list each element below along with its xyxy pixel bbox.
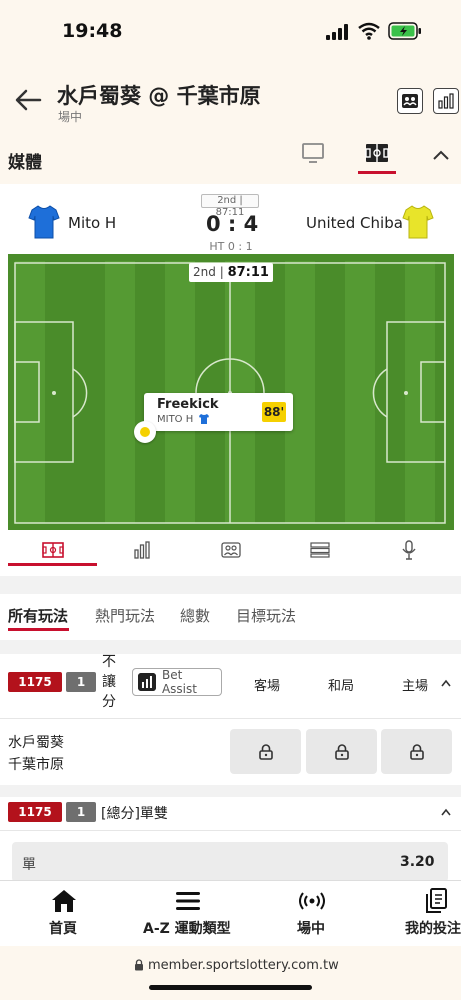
section-divider (0, 576, 461, 594)
nav-sports-az[interactable]: A-Z 運動類型 (143, 918, 231, 938)
pitch-tracker-icon[interactable] (365, 143, 389, 163)
tab-pitch[interactable] (7, 538, 99, 562)
nav-home[interactable]: 首頁 (49, 918, 77, 938)
market-code: 1175 (8, 802, 62, 822)
players-icon (221, 542, 241, 558)
team-1-name: 水戶蜀葵 (8, 735, 64, 751)
back-arrow-icon[interactable] (14, 88, 42, 112)
tab-totals[interactable]: 總數 (180, 605, 210, 626)
chevron-up-icon[interactable] (440, 808, 452, 816)
column-draw: 和局 (328, 679, 355, 694)
nav-my-bets[interactable]: 我的投注 (405, 918, 461, 938)
home-indicator (149, 985, 312, 990)
signal-icon (326, 24, 348, 40)
page-subtitle: 場中 (58, 110, 83, 124)
pitch-tab-indicator (8, 563, 97, 566)
bar-chart-icon (134, 541, 150, 559)
pitch-icon (42, 542, 64, 558)
media-tab-indicator (358, 171, 396, 174)
stats-button[interactable] (433, 88, 459, 114)
nav-live[interactable]: 場中 (297, 918, 325, 938)
browser-url-bar (0, 946, 461, 1000)
microphone-icon (402, 540, 416, 560)
bet-assist-label: Bet Assist (161, 668, 197, 696)
odds-value: 3.20 (400, 854, 435, 870)
tv-icon[interactable] (301, 142, 325, 164)
pitch-time: 87:11 (227, 265, 269, 280)
away-team-name: United Chiba (306, 214, 403, 232)
tab-lineups[interactable] (185, 538, 277, 562)
tab-goal-markets[interactable]: 目標玩法 (236, 605, 296, 626)
lock-icon (409, 743, 424, 760)
chevron-up-icon[interactable] (431, 148, 451, 162)
lock-icon (334, 743, 349, 760)
event-team: MITO H (157, 414, 194, 425)
odds-draw-locked[interactable] (306, 729, 377, 774)
halftime-score: HT 0 : 1 (209, 240, 253, 253)
wifi-icon (358, 22, 380, 40)
event-minute: 88' (262, 402, 286, 422)
divider (0, 830, 461, 831)
section-divider (0, 640, 461, 654)
market-tab-indicator (8, 628, 69, 631)
bar-chart-icon (438, 93, 454, 109)
status-time: 19:48 (62, 20, 123, 42)
team-2-name: 千葉市原 (8, 757, 64, 773)
bets-icon[interactable] (422, 888, 450, 914)
odds-option-row[interactable] (12, 842, 448, 882)
market-number: 1 (66, 672, 96, 692)
bar-chart-icon (138, 673, 156, 691)
shirt-icon (199, 414, 209, 424)
media-label: 媒體 (8, 153, 42, 173)
home-jersey-icon (28, 205, 60, 239)
page-title: 水戶蜀葵 @ 千葉市原 (57, 84, 261, 108)
section-divider (0, 785, 461, 797)
odds-home-locked[interactable] (381, 729, 452, 774)
url-text[interactable]: member.sportslottery.com.tw (148, 958, 339, 973)
live-icon[interactable] (298, 888, 326, 914)
bet-assist-button[interactable]: Bet Assist (132, 668, 222, 696)
tab-timeline[interactable] (274, 538, 366, 562)
tab-commentary[interactable] (363, 538, 455, 562)
column-home: 主場 (402, 679, 429, 694)
pitch-tracker (8, 254, 454, 530)
odds-away-locked[interactable] (230, 729, 301, 774)
tab-popular-markets[interactable]: 熱門玩法 (95, 605, 155, 626)
pitch-clock: 2nd | 87:11 (189, 263, 273, 282)
media-bar (0, 134, 461, 184)
market-name: [總分]單雙 (101, 806, 168, 822)
chevron-up-icon[interactable] (440, 679, 452, 687)
odds-option-label: 單 (22, 857, 36, 873)
list-icon (310, 542, 330, 558)
pitch-half: 2nd (193, 265, 216, 279)
market-code: 1175 (8, 672, 62, 692)
players-icon (402, 94, 418, 108)
away-jersey-icon (402, 205, 434, 239)
menu-icon[interactable] (174, 888, 202, 914)
home-icon[interactable] (50, 888, 78, 914)
event-title: Freekick (157, 397, 219, 412)
home-team-name: Mito H (68, 214, 117, 232)
lineup-button[interactable] (397, 88, 423, 114)
lock-icon (258, 743, 273, 760)
market-name: 不讓分 (102, 654, 116, 710)
period-badge: 2nd | 87:11 (201, 194, 259, 218)
score: 0 : 4 (206, 212, 259, 236)
divider (0, 718, 461, 719)
ball-position-marker (134, 421, 156, 443)
market-teams: 水戶蜀葵 千葉市原 (8, 732, 64, 776)
tab-stats[interactable] (96, 538, 188, 562)
battery-icon (388, 22, 421, 40)
lock-icon (135, 959, 143, 971)
column-away: 客場 (254, 679, 281, 694)
tab-all-markets[interactable]: 所有玩法 (8, 605, 68, 626)
market-number: 1 (66, 802, 96, 822)
